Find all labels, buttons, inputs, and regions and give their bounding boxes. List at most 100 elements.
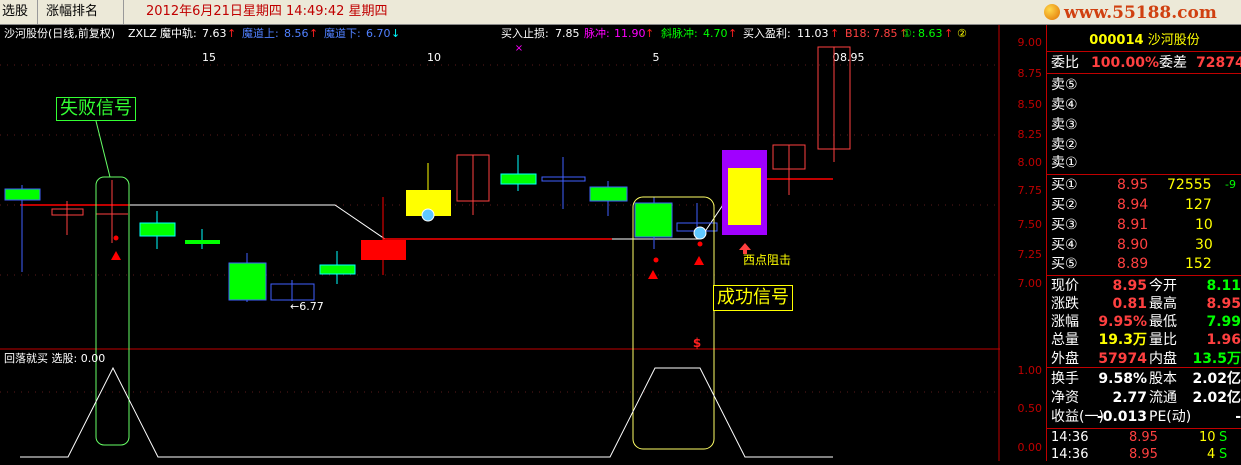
sell-level: 卖⑤ xyxy=(1051,75,1239,95)
stat-value: 2.02亿 xyxy=(1192,390,1241,406)
wb-label: 委比 xyxy=(1051,55,1079,71)
candle xyxy=(139,222,176,237)
day-marker-15: 15 xyxy=(202,51,216,64)
stat-value: 8.95 xyxy=(1206,296,1241,312)
tick-price: 8.95 xyxy=(1129,447,1158,462)
candle xyxy=(185,240,220,244)
candle xyxy=(228,262,267,301)
stat-row: 外盘 57974 内盘 13.5万 xyxy=(1051,349,1241,369)
price-tick: 7.50 xyxy=(1017,218,1043,231)
high-price-label: 8.95 xyxy=(840,51,865,64)
site-logo[interactable]: www.55188.com xyxy=(1044,3,1241,23)
sub-panel-header: 回落就买 选股: 0.00 xyxy=(4,352,106,365)
buy-price: 8.94 xyxy=(1117,197,1149,213)
candle xyxy=(4,188,41,201)
buy-level: 买③ 8.91 10 xyxy=(1051,215,1239,235)
buy-volume: 72555 xyxy=(1167,177,1212,193)
buy-level: 买④ 8.90 30 xyxy=(1051,235,1239,255)
price-tick: 8.75 xyxy=(1017,67,1043,80)
stat-row: 现价 8.95 今开 8.11 xyxy=(1051,276,1241,296)
candle xyxy=(361,240,406,260)
resist-label: 西点阻击 xyxy=(743,253,792,267)
sell-label: 卖① xyxy=(1051,155,1078,171)
stock-code: 000014 xyxy=(1089,33,1144,48)
price-tick: 7.75 xyxy=(1017,184,1043,197)
buy-volume: 30 xyxy=(1195,237,1213,253)
logo-text: www.55188.com xyxy=(1064,3,1217,23)
price-tick: 8.00 xyxy=(1017,156,1043,169)
sell-label: 卖② xyxy=(1051,137,1078,153)
wc-label: 委差 xyxy=(1159,55,1187,71)
stat-value: 13.5万 xyxy=(1192,351,1241,367)
buy-price: 8.89 xyxy=(1117,256,1149,272)
buy-volume: 127 xyxy=(1185,197,1212,213)
candles: ←6.77 8.95 xyxy=(4,46,865,313)
sell-level: 卖③ xyxy=(1051,115,1239,135)
buy-change: -9 xyxy=(1225,178,1236,191)
tick-time: 14:36 xyxy=(1051,447,1089,462)
stat-row: 收益(一) -0.013 PE(动) - xyxy=(1051,407,1241,427)
divider xyxy=(1047,367,1241,368)
price-tick: 8.50 xyxy=(1017,98,1043,111)
wc-value: 72874 xyxy=(1196,55,1241,71)
divider xyxy=(1047,73,1241,74)
stat-row: 净资 2.77 流通 2.02亿 xyxy=(1051,388,1241,408)
candle xyxy=(589,186,628,202)
signal-dot xyxy=(697,241,703,247)
sell-level: 卖① xyxy=(1051,153,1239,173)
sub-tick: 0.00 xyxy=(1017,441,1043,454)
buy-level: 买② 8.94 127 xyxy=(1051,195,1239,215)
stat-row: 涨跌 0.81 最高 8.95 xyxy=(1051,294,1241,314)
tab-gain-ranking[interactable]: 涨幅排名 xyxy=(38,0,124,24)
candle xyxy=(728,168,761,225)
stat-value: 1.96 xyxy=(1206,332,1241,348)
sub-tick: 1.00 xyxy=(1017,364,1043,377)
buy-level: 买① 8.95 72555 -9 xyxy=(1051,175,1239,195)
up-triangle-icon xyxy=(111,251,121,260)
buy-label: 买② xyxy=(1051,197,1078,213)
quote-panel: 000014 沙河股份 委比 100.00% 委差 72874 卖⑤ 卖④ 卖③… xyxy=(1046,25,1241,462)
sub-indicator-line xyxy=(20,366,833,458)
tick-side: S xyxy=(1219,447,1228,462)
buy-label: 买④ xyxy=(1051,237,1078,253)
up-triangle-icon xyxy=(694,256,704,265)
fail-pointer-line xyxy=(95,120,111,178)
kline-chart[interactable]: 15 10 5 0 × ←6.77 8.95 $ xyxy=(0,25,1000,461)
sell-label: 卖③ xyxy=(1051,117,1078,133)
success-signal-label: 成功信号 xyxy=(713,285,793,311)
wb-row: 委比 100.00% 委差 72874 xyxy=(1051,53,1241,73)
stat-value: - xyxy=(1235,409,1241,425)
buy-price: 8.91 xyxy=(1117,217,1149,233)
stat-row: 换手 9.58% 股本 2.02亿 xyxy=(1051,369,1241,389)
stat-row: 涨幅 9.95% 最低 7.99 xyxy=(1051,312,1241,332)
signal-dot xyxy=(113,235,119,241)
tick-row: 14:36 8.95 4 S xyxy=(1051,445,1239,465)
sell-label: 卖④ xyxy=(1051,97,1078,113)
tab-stock-select[interactable]: 选股 xyxy=(0,0,38,24)
buy-point-icon xyxy=(421,208,435,222)
buy-point-icon xyxy=(693,226,707,240)
white-trend-line xyxy=(20,204,400,240)
datetime-display: 2012年6月21日星期四 14:49:42 星期四 xyxy=(146,4,388,19)
buy-label: 买③ xyxy=(1051,217,1078,233)
stat-value: 7.99 xyxy=(1206,314,1241,330)
stat-value: 2.02亿 xyxy=(1192,371,1241,387)
buy-label: 买① xyxy=(1051,177,1078,193)
quote-title: 000014 沙河股份 xyxy=(1047,29,1241,48)
price-tick: 9.00 xyxy=(1017,36,1043,49)
logo-ball-icon xyxy=(1044,4,1060,20)
day-marker-10: 10 xyxy=(427,51,441,64)
price-tick: 8.25 xyxy=(1017,128,1043,141)
divider xyxy=(1047,51,1241,52)
tick-volume: 4 xyxy=(1207,447,1216,462)
buy-price: 8.90 xyxy=(1117,237,1149,253)
price-tick: 7.00 xyxy=(1017,277,1043,290)
buy-level: 买⑤ 8.89 152 xyxy=(1051,254,1239,274)
stock-name: 沙河股份 xyxy=(1147,33,1200,48)
sell-label: 卖⑤ xyxy=(1051,77,1078,93)
dollar-marker: $ xyxy=(693,336,701,350)
candle xyxy=(634,202,673,238)
sub-tick: 0.50 xyxy=(1017,402,1043,415)
buy-volume: 10 xyxy=(1195,217,1213,233)
sell-level: 卖② xyxy=(1051,135,1239,155)
